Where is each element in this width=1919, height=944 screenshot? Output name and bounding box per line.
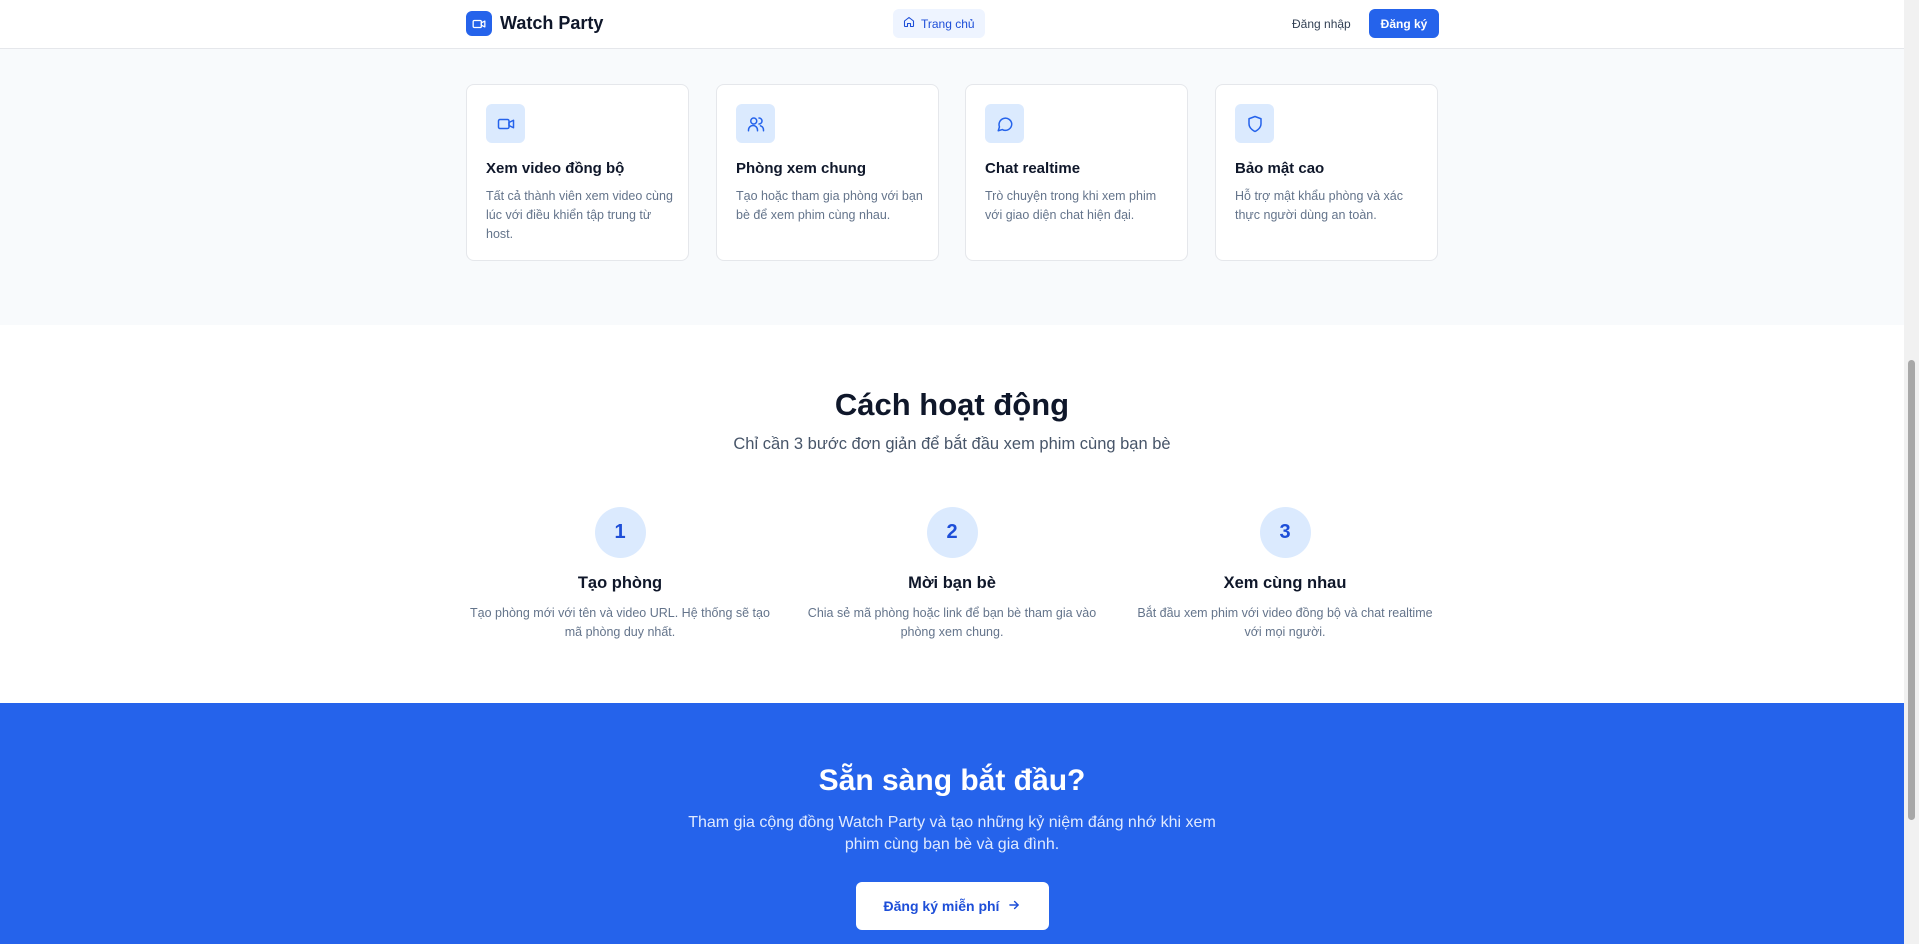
nav-home-label: Trang chủ [921,16,975,31]
brand-link[interactable]: Watch Party [466,11,603,36]
nav-home-link[interactable]: Trang chủ [893,9,985,38]
login-button[interactable]: Đăng nhập [1280,12,1363,36]
feature-card-security: Bảo mật cao Hỗ trợ mật khẩu phòng và xác… [1215,84,1438,261]
video-camera-icon [466,11,492,36]
video-icon [486,104,525,143]
cta-section: Sẵn sàng bắt đầu? Tham gia cộng đồng Wat… [0,703,1904,944]
shield-icon [1235,104,1274,143]
step-title: Xem cùng nhau [1223,574,1347,592]
step-number-badge: 3 [1259,507,1311,558]
top-header: Watch Party Trang chủ Đăng nhập Đăng ký [0,0,1904,49]
feature-card-chat: Chat realtime Trò chuyện trong khi xem p… [965,84,1188,261]
page: Watch Party Trang chủ Đăng nhập Đăng ký … [0,0,1904,944]
step-item: 3 Xem cùng nhau Bắt đầu xem phim với vid… [1125,507,1445,642]
step-item: 2 Mời bạn bè Chia sẻ mã phòng hoặc link … [792,507,1112,642]
how-it-works-section: Cách hoạt động Chỉ cần 3 bước đơn giản đ… [0,325,1904,703]
step-desc: Tạo phòng mới với tên và video URL. Hệ t… [470,606,770,639]
step-title: Mời bạn bè [908,574,996,592]
features-section: Xem video đồng bộ Tất cả thành viên xem … [0,49,1904,325]
step-desc: Chia sẻ mã phòng hoặc link để bạn bè tha… [807,606,1097,639]
step-number-badge: 1 [594,507,646,558]
feature-desc: Tất cả thành viên xem video cùng lúc với… [486,189,673,241]
feature-title: Xem video đồng bộ [486,160,625,177]
feature-desc: Tạo hoặc tham gia phòng với bạn bè để xe… [736,189,923,222]
brand-name: Watch Party [500,13,604,33]
feature-card-sync-video: Xem video đồng bộ Tất cả thành viên xem … [466,84,689,261]
step-desc: Bắt đầu xem phim với video đồng bộ và ch… [1137,606,1433,639]
step-item: 1 Tạo phòng Tạo phòng mới với tên và vid… [460,507,780,642]
how-subtitle: Chỉ cần 3 bước đơn giản để bắt đầu xem p… [733,435,1171,453]
cta-desc: Tham gia cộng đồng Watch Party và tạo nh… [688,814,1216,853]
scrollbar-thumb[interactable] [1908,360,1915,820]
arrow-right-icon [1007,898,1021,915]
feature-title: Bảo mật cao [1235,160,1325,177]
home-icon [903,16,915,31]
cta-title: Sẵn sàng bắt đầu? [818,764,1086,797]
feature-desc: Trò chuyện trong khi xem phim với giao d… [985,189,1157,222]
users-icon [736,104,775,143]
step-title: Tạo phòng [577,574,663,592]
register-button[interactable]: Đăng ký [1369,9,1439,38]
feature-title: Phòng xem chung [736,160,867,177]
feature-desc: Hỗ trợ mật khẩu phòng và xác thực người … [1235,189,1404,222]
chat-icon [985,104,1024,143]
signup-free-button[interactable]: Đăng ký miễn phí [856,882,1049,930]
how-title: Cách hoạt động [834,387,1070,422]
feature-title: Chat realtime [985,160,1081,177]
signup-free-label: Đăng ký miễn phí [883,898,1000,914]
feature-card-shared-room: Phòng xem chung Tạo hoặc tham gia phòng … [716,84,939,261]
step-number-badge: 2 [926,507,978,558]
page-scrollbar[interactable] [1904,0,1919,944]
